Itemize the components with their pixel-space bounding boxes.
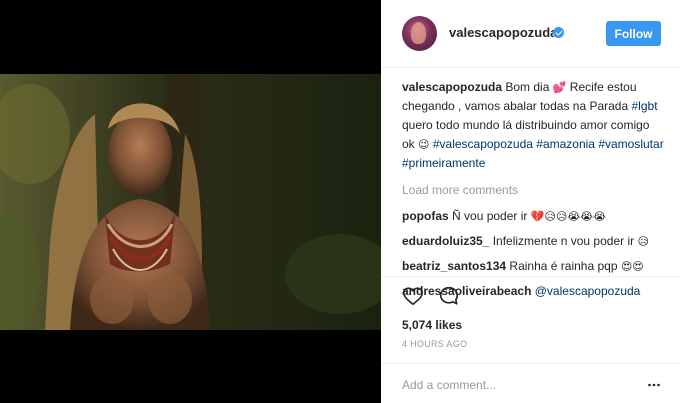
heart-icon[interactable] <box>402 285 424 307</box>
comment-username[interactable]: beatriz_santos134 <box>402 259 506 273</box>
header-username[interactable]: valescapopozuda <box>449 25 557 40</box>
comment-bubble-icon[interactable] <box>438 285 460 307</box>
comment-text: Rainha é rainha pqp <box>509 259 618 273</box>
post-caption: valescapopozuda Bom dia 💕 Recife estou c… <box>402 78 664 173</box>
post-photo[interactable] <box>0 74 381 330</box>
caption-emoji: 😉 <box>418 138 430 151</box>
comment-item: popofas Ñ vou poder ir 💔😥😥😭😭😭 <box>402 207 664 226</box>
caption-username[interactable]: valescapopozuda <box>402 80 502 94</box>
post-details-panel: valescapopozuda Follow valescapopozuda B… <box>381 0 680 403</box>
hashtag-link[interactable]: #valescapopozuda <box>433 137 533 151</box>
more-options-icon[interactable] <box>647 378 661 392</box>
caption-text: Bom dia <box>505 80 550 94</box>
comment-username[interactable]: popofas <box>402 209 449 223</box>
add-comment-input[interactable] <box>402 376 632 394</box>
comment-text: Ñ vou poder ir <box>452 209 528 223</box>
comment-username[interactable]: eduardoluiz35_ <box>402 234 489 248</box>
comment-emoji: 😥 <box>637 235 649 248</box>
comment-item: eduardoluiz35_ Infelizmente n vou poder … <box>402 232 664 251</box>
hashtag-link[interactable]: #vamoslutar <box>598 137 663 151</box>
hashtag-link[interactable]: #amazonia <box>536 137 595 151</box>
caption-emoji: 💕 <box>552 81 567 94</box>
load-more-comments-link[interactable]: Load more comments <box>402 181 664 200</box>
post-header: valescapopozuda Follow <box>381 0 680 68</box>
comments-section: valescapopozuda Bom dia 💕 Recife estou c… <box>402 78 664 307</box>
post-timestamp[interactable]: 4 HOURS AGO <box>402 339 467 349</box>
comment-item: beatriz_santos134 Rainha é rainha pqp 😍😍 <box>402 257 664 276</box>
likes-count[interactable]: 5,074 likes <box>402 318 462 332</box>
hashtag-link[interactable]: #primeiramente <box>402 156 485 170</box>
comment-emoji: 😍😍 <box>620 260 644 273</box>
follow-button[interactable]: Follow <box>606 21 661 46</box>
comment-emoji: 💔😥😥😭😭😭 <box>530 210 606 223</box>
avatar[interactable] <box>402 16 437 51</box>
verified-badge-icon <box>553 27 564 38</box>
post-actions: 5,074 likes 4 HOURS AGO <box>381 276 680 403</box>
post-media <box>0 0 381 403</box>
add-comment-bar <box>381 363 680 403</box>
hashtag-link[interactable]: #lgbt <box>632 99 658 113</box>
comment-text: Infelizmente n vou poder ir <box>492 234 635 248</box>
